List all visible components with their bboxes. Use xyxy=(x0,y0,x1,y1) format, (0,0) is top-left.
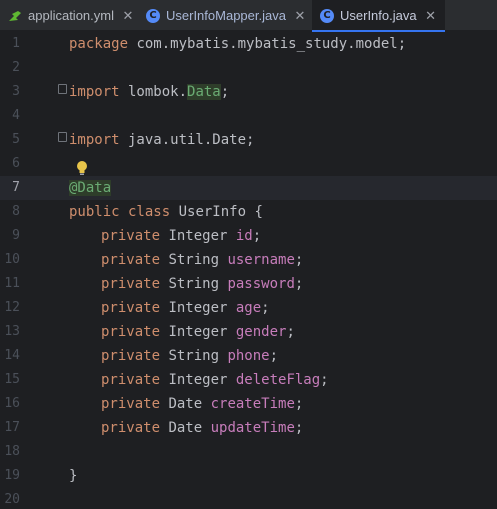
line-number: 17 xyxy=(4,420,20,435)
code-line-3: import lombok.Data; xyxy=(69,84,230,100)
line-number: 14 xyxy=(4,348,20,363)
field-line: private Integer gender; xyxy=(101,324,295,340)
line-number: 7 xyxy=(12,180,20,195)
field-line: private String password; xyxy=(101,276,304,292)
line-number: 1 xyxy=(12,36,20,51)
line-number: 19 xyxy=(4,468,20,483)
line-number: 11 xyxy=(4,276,20,291)
tab-label: UserInfo.java xyxy=(340,8,417,23)
line-number: 5 xyxy=(12,132,20,147)
close-icon[interactable]: ✕ xyxy=(122,8,134,24)
class-icon: C xyxy=(146,8,160,23)
field-line: private Integer deleteFlag; xyxy=(101,372,329,388)
field-line: private Date updateTime; xyxy=(101,420,304,436)
line-number: 2 xyxy=(12,60,20,75)
fold-icon[interactable] xyxy=(58,132,67,142)
tab-userinfomapper-java[interactable]: C UserInfoMapper.java ✕ xyxy=(146,0,306,31)
line-number: 8 xyxy=(12,204,20,219)
line-number: 15 xyxy=(4,372,20,387)
code-line-5: import java.util.Date; xyxy=(69,132,255,148)
tab-userinfo-java[interactable]: C UserInfo.java ✕ xyxy=(312,0,445,32)
class-icon: C xyxy=(320,8,334,23)
lightbulb-icon[interactable] xyxy=(76,160,88,176)
line-number: 3 xyxy=(12,84,20,99)
line-number: 10 xyxy=(4,252,20,267)
field-line: private String username; xyxy=(101,252,304,268)
line-number: 16 xyxy=(4,396,20,411)
line-number: 4 xyxy=(12,108,20,123)
close-icon[interactable]: ✕ xyxy=(294,8,306,24)
code-line-1: package com.mybatis.mybatis_study.model; xyxy=(69,36,407,52)
line-number: 13 xyxy=(4,324,20,339)
fold-icon[interactable] xyxy=(58,84,67,94)
tab-label: UserInfoMapper.java xyxy=(166,8,286,23)
yml-file-icon xyxy=(8,9,22,23)
line-number: 18 xyxy=(4,444,20,459)
code-line-7: @Data xyxy=(69,180,112,196)
line-number: 6 xyxy=(12,156,20,171)
line-number: 20 xyxy=(4,492,20,507)
field-line: private Integer id; xyxy=(101,228,262,244)
code-line-19: } xyxy=(69,468,78,484)
line-number: 12 xyxy=(4,300,20,315)
tab-label: application.yml xyxy=(28,8,114,23)
close-icon[interactable]: ✕ xyxy=(425,8,437,24)
field-line: private Date createTime; xyxy=(101,396,304,412)
code-line-8: public class UserInfo { xyxy=(69,204,263,220)
line-number: 9 xyxy=(12,228,20,243)
field-line: private Integer age; xyxy=(101,300,270,316)
editor-tab-bar: application.yml ✕ C UserInfoMapper.java … xyxy=(0,0,497,32)
tab-application-yml[interactable]: application.yml ✕ xyxy=(8,0,134,31)
field-line: private String phone; xyxy=(101,348,279,364)
